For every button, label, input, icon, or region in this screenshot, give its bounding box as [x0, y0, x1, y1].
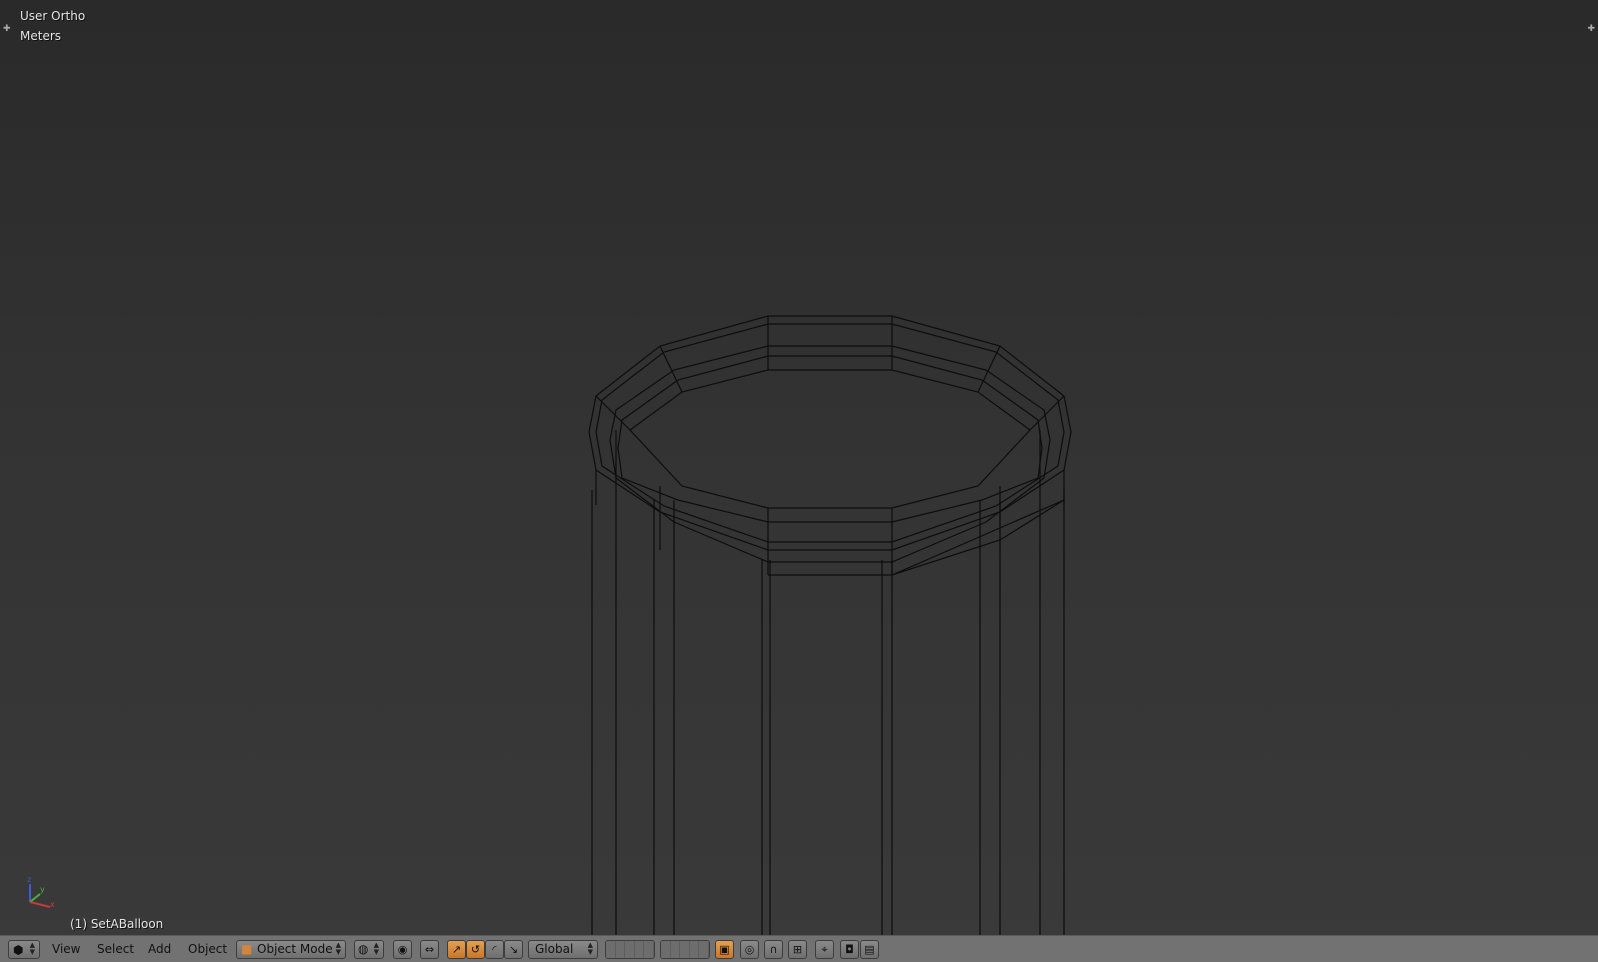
- render-animation-icon[interactable]: ▤: [860, 940, 879, 959]
- svg-text:x: x: [50, 900, 55, 909]
- updown-arrows-icon: ▲ ▼: [29, 941, 35, 956]
- manipulator-toggle-icon[interactable]: ⇔: [420, 940, 439, 959]
- snap-toggle-icon[interactable]: ∩: [764, 940, 783, 959]
- cube-icon: ⬢: [13, 943, 24, 957]
- editor-type-button[interactable]: ⬢ ▲ ▼: [8, 940, 40, 959]
- object-cube-icon: ■: [241, 942, 253, 956]
- snap-target-icon[interactable]: ⌖: [815, 940, 834, 959]
- rotate-manipulator-icon[interactable]: ↺: [466, 940, 485, 959]
- translate-manipulator-icon[interactable]: ↗: [447, 940, 466, 959]
- menu-object[interactable]: Object: [188, 940, 227, 959]
- viewport-shading-selector[interactable]: ◍ ▲ ▼: [354, 940, 384, 959]
- scale-manipulator-icon[interactable]: ◜: [485, 940, 504, 959]
- viewport-header: ⬢ ▲ ▼ View Select Add Object ■ Object Mod…: [0, 935, 1598, 962]
- layer-buttons-group-1[interactable]: [605, 940, 655, 959]
- cylinder-wireframe: [588, 315, 1072, 935]
- mode-selector[interactable]: ■ Object Mode ▲ ▼: [236, 940, 346, 959]
- updown-arrows-icon: ▲ ▼: [587, 941, 593, 956]
- snap-element-icon[interactable]: ⊞: [788, 940, 807, 959]
- updown-arrows-icon: ▲ ▼: [373, 941, 379, 956]
- transform-orientation-label: Global: [535, 942, 574, 956]
- 3d-viewport[interactable]: User Ortho Meters ✚ ✚ z y x (1) SetABall…: [0, 0, 1598, 935]
- pivot-point-icon[interactable]: ◉: [393, 940, 412, 959]
- active-object-label: (1) SetABalloon: [70, 917, 164, 931]
- menu-add[interactable]: Add: [148, 940, 171, 959]
- render-icon[interactable]: ◘: [840, 940, 859, 959]
- menu-select[interactable]: Select: [97, 940, 134, 959]
- menu-view[interactable]: View: [52, 940, 80, 959]
- sphere-shading-icon: ◍: [358, 942, 369, 956]
- svg-text:z: z: [27, 875, 31, 884]
- axis-gizmo: z y x: [27, 875, 55, 909]
- mode-selector-label: Object Mode: [257, 942, 333, 956]
- svg-text:y: y: [40, 885, 45, 894]
- layer-buttons-group-2[interactable]: [660, 940, 710, 959]
- manipulator-extra-icon[interactable]: ↘: [504, 940, 523, 959]
- transform-orientation-selector[interactable]: Global ▲ ▼: [528, 940, 598, 959]
- updown-arrows-icon: ▲ ▼: [335, 941, 341, 956]
- lock-camera-icon[interactable]: ▣: [715, 940, 734, 959]
- proportional-edit-icon[interactable]: ◎: [740, 940, 759, 959]
